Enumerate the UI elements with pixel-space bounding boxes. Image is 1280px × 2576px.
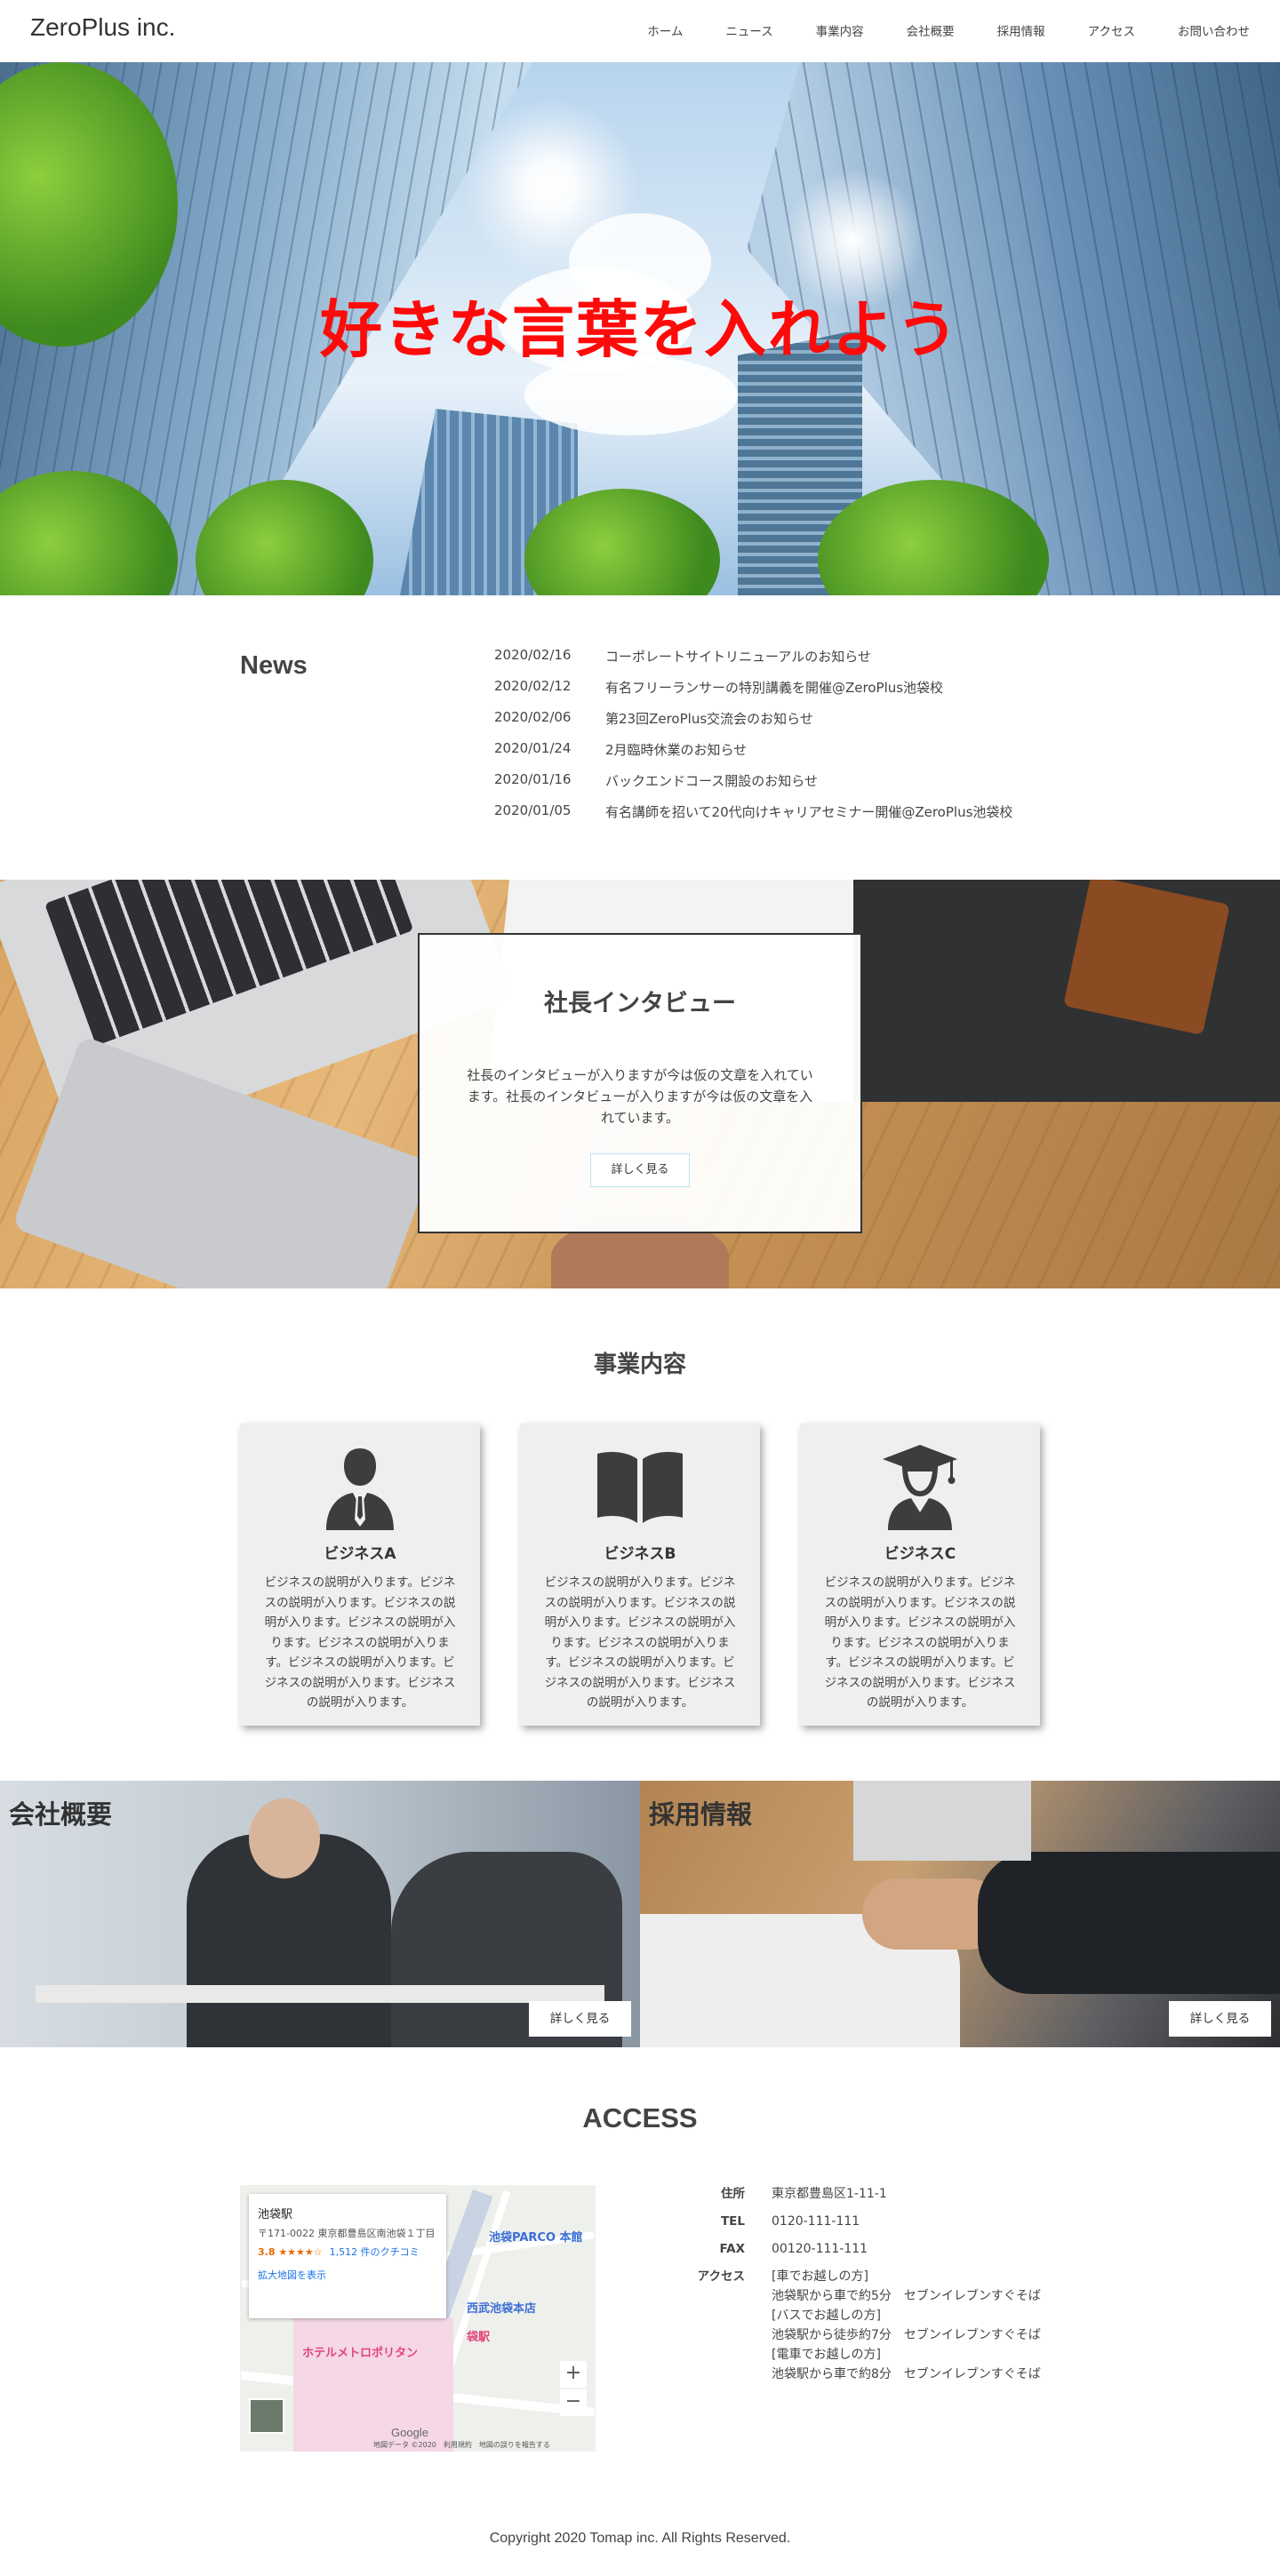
company-more-button[interactable]: 詳しく見る bbox=[529, 2001, 631, 2037]
service-text: ビジネスの説明が入ります。ビジネスの説明が入ります。ビジネスの説明が入ります。ビ… bbox=[824, 1575, 1016, 1710]
info-tel: TEL 0120-111-111 bbox=[720, 2214, 860, 2229]
news-text: コーポレートサイトリニューアルのお知らせ bbox=[605, 649, 871, 665]
map-footer: 地図データ ©2020 利用規約 地図の誤りを報告する bbox=[373, 2441, 550, 2449]
nav-item-business[interactable]: 事業内容 bbox=[816, 21, 864, 39]
nav-item-company[interactable]: 会社概要 bbox=[907, 21, 955, 39]
news-date: 2020/01/16 bbox=[494, 771, 572, 787]
recruit-panel[interactable]: 採用情報 詳しく見る bbox=[640, 1781, 1280, 2047]
recruit-more-button[interactable]: 詳しく見る bbox=[1169, 2001, 1271, 2037]
hero-banner: 好きな言葉を入れよう bbox=[0, 62, 1280, 595]
nav-item-recruit[interactable]: 採用情報 bbox=[997, 21, 1045, 39]
news-text: 有名講師を招いて20代向けキャリアセミナー開催@ZeroPlus池袋校 bbox=[605, 804, 1013, 820]
news-text: 2月臨時休業のお知らせ bbox=[605, 742, 748, 758]
news-date: 2020/02/12 bbox=[494, 678, 572, 694]
businessman-icon bbox=[326, 1448, 394, 1530]
map-label-hotel: ホテルメトロポリタン bbox=[302, 2347, 419, 2360]
footer-copyright: Copyright 2020 Tomap inc. All Rights Res… bbox=[489, 2531, 791, 2546]
interview-card: 社長インタビュー 社長のインタビューが入りますが今は仮の文章を入れています。社長… bbox=[418, 933, 862, 1233]
interview-title: 社長インタビュー bbox=[544, 990, 736, 1017]
access-info: 住所 東京都豊島区1-11-1 TEL 0120-111-111 FAX 001… bbox=[693, 2184, 1067, 2392]
map-reviews-link[interactable]: 1,512 件のクチコミ bbox=[330, 2246, 420, 2258]
interview-text: 社長のインタビューが入りますが今は仮の文章を入れています。社長のインタビューが入… bbox=[467, 1067, 813, 1126]
access-line: [バスでお越しの方] bbox=[772, 2309, 881, 2323]
nav-item-news[interactable]: ニュース bbox=[725, 21, 772, 39]
graduate-icon bbox=[883, 1445, 957, 1530]
news-item[interactable]: 2020/01/24 2月臨時休業のお知らせ bbox=[494, 740, 1116, 771]
map-zoom-in-button[interactable]: + bbox=[560, 2361, 587, 2388]
news-item[interactable]: 2020/01/16 バックエンドコース開設のお知らせ bbox=[494, 771, 1116, 802]
nav-item-contact[interactable]: お問い合わせ bbox=[1178, 21, 1250, 39]
news-text: 第23回ZeroPlus交流会のお知らせ bbox=[605, 711, 813, 727]
news-date: 2020/01/05 bbox=[494, 802, 572, 818]
map-info-box: 池袋駅 〒171-0022 東京都豊島区南池袋１丁目 3.8 ★★★★☆ 1,51… bbox=[249, 2194, 446, 2318]
company-panel[interactable]: 会社概要 詳しく見る bbox=[0, 1781, 640, 2047]
interview-more-button[interactable]: 詳しく見る bbox=[590, 1153, 690, 1187]
service-name: ビジネスC bbox=[884, 1545, 956, 1563]
main-nav: ホーム ニュース 事業内容 会社概要 採用情報 アクセス お問い合わせ bbox=[604, 21, 1250, 39]
service-text: ビジネスの説明が入ります。ビジネスの説明が入ります。ビジネスの説明が入ります。ビ… bbox=[264, 1575, 456, 1710]
news-text: バックエンドコース開設のお知らせ bbox=[605, 773, 818, 789]
news-item[interactable]: 2020/02/16 コーポレートサイトリニューアルのお知らせ bbox=[494, 647, 1116, 678]
news-heading: News bbox=[240, 651, 308, 680]
news-item[interactable]: 2020/02/12 有名フリーランサーの特別講義を開催@ZeroPlus池袋校 bbox=[494, 678, 1116, 709]
news-item[interactable]: 2020/01/05 有名講師を招いて20代向けキャリアセミナー開催@ZeroPl… bbox=[494, 802, 1116, 833]
info-fax: FAX 00120-111-111 bbox=[719, 2242, 868, 2256]
info-address: 住所 東京都豊島区1-11-1 bbox=[721, 2187, 887, 2201]
access-line: 池袋駅から車で約8分 セブンイレブンすぐそば bbox=[772, 2367, 1041, 2381]
news-date: 2020/01/24 bbox=[494, 740, 572, 756]
access-line: 池袋駅から徒歩約7分 セブンイレブンすぐそば bbox=[772, 2328, 1041, 2342]
recruit-title: 採用情報 bbox=[649, 1799, 753, 1830]
map-zoom-out-button[interactable]: − bbox=[560, 2389, 587, 2416]
access-heading: ACCESS bbox=[582, 2102, 698, 2133]
hero-title: 好きな言葉を入れよう bbox=[320, 293, 960, 366]
site-header: ZeroPlus inc. ホーム ニュース 事業内容 会社概要 採用情報 アク… bbox=[0, 0, 1280, 62]
service-card-c: ビジネスC ビジネスの説明が入ります。ビジネスの説明が入ります。ビジネスの説明が… bbox=[800, 1424, 1040, 1726]
nav-item-home[interactable]: ホーム bbox=[647, 21, 683, 39]
interview-section: 社長インタビュー 社長のインタビューが入りますが今は仮の文章を入れています。社長… bbox=[0, 880, 1280, 1288]
map-rating: 3.8 ★★★★☆ 1,512 件のクチコミ bbox=[258, 2246, 420, 2258]
news-list: 2020/02/16 コーポレートサイトリニューアルのお知らせ 2020/02/1… bbox=[494, 647, 1116, 833]
map-enlarge-link[interactable]: 拡大地図を表示 bbox=[258, 2268, 437, 2282]
info-access: アクセス [車でお越しの方] 池袋駅から車で約5分 セブンイレブンすぐそば [バ… bbox=[693, 2267, 1067, 2384]
map-label-seibu: 西武池袋本店 bbox=[467, 2302, 537, 2316]
news-date: 2020/02/16 bbox=[494, 647, 572, 663]
site-logo[interactable]: ZeroPlus inc. bbox=[30, 13, 175, 42]
map-satellite-toggle[interactable] bbox=[249, 2398, 284, 2434]
access-line: [電車でお越しの方] bbox=[772, 2348, 881, 2362]
book-icon bbox=[597, 1452, 683, 1523]
company-title: 会社概要 bbox=[9, 1799, 113, 1830]
service-name: ビジネスB bbox=[604, 1545, 676, 1563]
news-item[interactable]: 2020/02/06 第23回ZeroPlus交流会のお知らせ bbox=[494, 709, 1116, 740]
service-card-b: ビジネスB ビジネスの説明が入ります。ビジネスの説明が入ります。ビジネスの説明が… bbox=[520, 1424, 760, 1726]
map-place-name: 池袋駅 bbox=[258, 2208, 293, 2221]
map-label-station: 袋駅 bbox=[467, 2331, 491, 2344]
map-label-parco: 池袋PARCO 本館 bbox=[489, 2231, 583, 2245]
map-address: 〒171-0022 東京都豊島区南池袋１丁目 bbox=[258, 2228, 436, 2239]
access-line: 池袋駅から車で約5分 セブンイレブンすぐそば bbox=[772, 2289, 1041, 2303]
google-logo: Google bbox=[391, 2426, 428, 2439]
sun-glare bbox=[462, 98, 640, 275]
service-text: ビジネスの説明が入ります。ビジネスの説明が入ります。ビジネスの説明が入ります。ビ… bbox=[544, 1575, 736, 1710]
google-map[interactable]: 池袋駅 〒171-0022 東京都豊島区南池袋１丁目 3.8 ★★★★☆ 1,51… bbox=[240, 2185, 596, 2452]
nav-item-access[interactable]: アクセス bbox=[1088, 21, 1135, 39]
service-card-a: ビジネスA ビジネスの説明が入ります。ビジネスの説明が入ります。ビジネスの説明が… bbox=[240, 1424, 480, 1726]
news-text: 有名フリーランサーの特別講義を開催@ZeroPlus池袋校 bbox=[605, 680, 944, 696]
service-name: ビジネスA bbox=[324, 1545, 396, 1563]
access-line: [車でお越しの方] bbox=[772, 2269, 868, 2284]
services-heading: 事業内容 bbox=[593, 1352, 686, 1378]
news-date: 2020/02/06 bbox=[494, 709, 572, 725]
